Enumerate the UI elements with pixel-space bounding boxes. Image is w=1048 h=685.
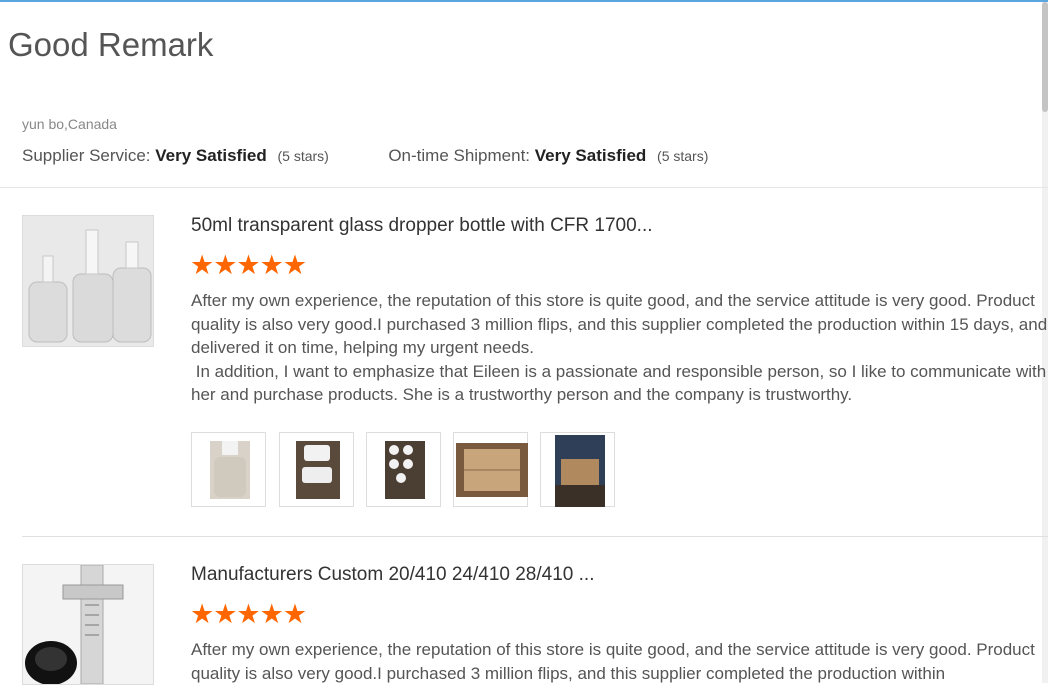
shipment-label: On-time Shipment:	[388, 146, 531, 165]
review-photo[interactable]	[279, 432, 354, 507]
star-rating: ★★★★★	[190, 250, 307, 280]
shipment-value: Very Satisfied	[534, 146, 647, 165]
shipment-count: (5 stars)	[657, 148, 709, 164]
top-accent-line	[0, 0, 1048, 2]
supplier-service-value: Very Satisfied	[155, 146, 267, 165]
review-text: After my own experience, the reputation …	[191, 640, 1040, 683]
glass-bottles-image	[23, 216, 153, 346]
page-title: Good Remark	[8, 26, 214, 63]
rating-summary: Supplier Service: Very Satisfied (5 star…	[22, 146, 708, 166]
review-photo[interactable]	[453, 432, 528, 507]
product-name-link[interactable]: 50ml transparent glass dropper bottle wi…	[191, 215, 653, 237]
product-name-link[interactable]: Manufacturers Custom 20/410 24/410 28/41…	[191, 564, 594, 586]
scrollbar-thumb[interactable]	[1042, 2, 1048, 112]
supplier-service-count: (5 stars)	[277, 148, 329, 164]
supplier-service-label: Supplier Service:	[22, 146, 151, 165]
caliper-cap-image	[23, 565, 153, 684]
review-text: After my own experience, the reputation …	[191, 291, 1048, 404]
review-photo[interactable]	[366, 432, 441, 507]
product-thumbnail[interactable]	[22, 564, 154, 685]
reviewer-name: yun bo,Canada	[22, 116, 117, 132]
header-divider	[0, 187, 1048, 188]
product-thumbnail[interactable]	[22, 215, 154, 347]
star-rating: ★★★★★	[190, 599, 307, 629]
review-photo[interactable]	[540, 432, 615, 507]
review-photo[interactable]	[191, 432, 266, 507]
review-divider	[22, 536, 1048, 537]
